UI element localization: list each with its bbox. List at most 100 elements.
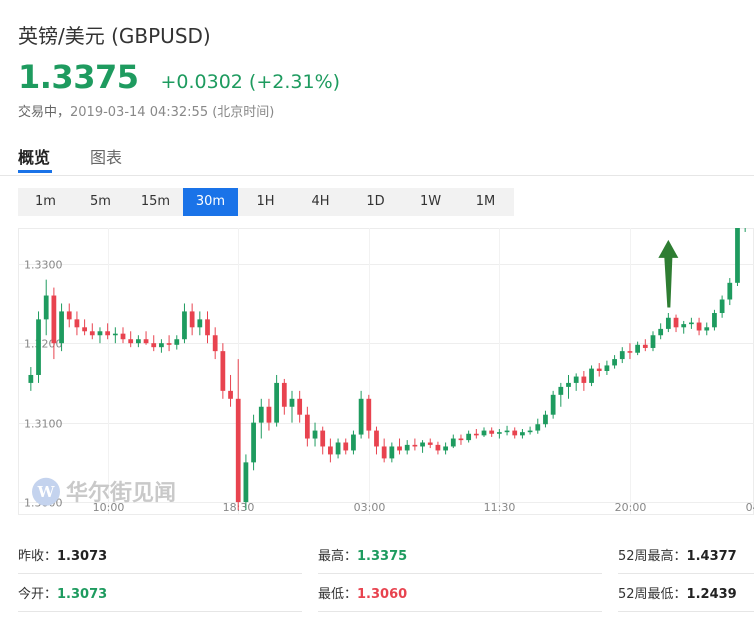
candle-body <box>604 365 610 371</box>
stat-prev-close-value: 1.3073 <box>57 549 108 564</box>
stat-label: 昨收： <box>18 549 58 564</box>
candle-body <box>619 351 625 360</box>
stat-label: 52周最高： <box>618 549 687 564</box>
candle-body <box>235 398 241 503</box>
candle-body <box>397 446 402 451</box>
candle-body <box>251 422 256 463</box>
candle-body <box>166 343 172 345</box>
candle-body <box>573 376 579 383</box>
candle-body <box>197 319 203 328</box>
period-5m[interactable]: 5m <box>73 188 128 216</box>
stat-low: 最低：1.3060 <box>318 578 602 612</box>
period-1h[interactable]: 1H <box>238 188 293 216</box>
candle-body <box>212 335 218 352</box>
stats-row-1: 昨收：1.3073 最高：1.3375 52周最高：1.4377 <box>18 540 754 578</box>
candle-body <box>343 442 349 451</box>
candle-body <box>312 430 318 439</box>
candle-body <box>43 295 49 320</box>
candle-body <box>727 282 733 300</box>
candle-body <box>543 414 548 425</box>
period-1d[interactable]: 1D <box>348 188 403 216</box>
stat-52w-low-value: 1.2439 <box>686 587 737 602</box>
candle-body <box>466 433 472 441</box>
period-selector: 1m 5m 15m 30m 1H 4H 1D 1W 1M <box>18 188 514 216</box>
period-1w[interactable]: 1W <box>403 188 458 216</box>
candle-body <box>404 444 410 451</box>
candle-body <box>335 442 341 455</box>
candle-body <box>205 319 210 336</box>
x-tick-label: 11:30 <box>484 501 516 514</box>
candle-body <box>589 368 594 383</box>
y-tick-label: 1.3100 <box>24 418 63 431</box>
candle-body <box>496 432 502 434</box>
candlestick-chart[interactable]: 1.33001.32001.31001.300010:0018:3003:001… <box>18 228 754 528</box>
chart-svg[interactable]: 1.33001.32001.31001.300010:0018:3003:001… <box>18 228 754 528</box>
price-row: 1.3375 +0.0302 (+2.31%) <box>18 58 340 96</box>
candle-body <box>97 331 103 336</box>
tab-chart[interactable]: 图表 <box>90 144 122 168</box>
stat-52w-high-value: 1.4377 <box>686 549 737 564</box>
candle-body <box>328 446 333 455</box>
period-30m[interactable]: 30m <box>183 188 238 216</box>
stat-high-value: 1.3375 <box>357 549 408 564</box>
watermark-text: 华尔街见闻 <box>66 480 176 506</box>
stats-panel: 昨收：1.3073 最高：1.3375 52周最高：1.4377 今开：1.30… <box>18 540 754 616</box>
stat-label: 最低： <box>318 587 358 602</box>
stat-prev-close: 昨收：1.3073 <box>18 540 302 574</box>
trading-status: 交易中，2019-03-14 04:32:55 (北京时间) <box>18 101 274 120</box>
candle-body <box>105 331 111 336</box>
candle-body <box>527 430 533 433</box>
candle-body <box>504 430 510 433</box>
candle-body <box>650 335 656 348</box>
candle-body <box>389 446 395 459</box>
candle-body <box>274 382 280 423</box>
active-tab-indicator <box>18 170 52 173</box>
candle-body <box>220 351 226 391</box>
candle-body <box>735 228 740 283</box>
candle-body <box>450 438 456 447</box>
instrument-title: 英镑/美元 (GBPUSD) <box>18 24 211 48</box>
stat-52w-high: 52周最高：1.4377 <box>618 540 754 574</box>
stat-52w-low: 52周最低：1.2439 <box>618 578 754 612</box>
candle-body <box>443 446 448 451</box>
candle-body <box>719 299 725 314</box>
y-tick-label: 1.3200 <box>24 338 63 351</box>
candle-body <box>612 359 617 366</box>
stats-row-2: 今开：1.3073 最低：1.3060 52周最低：1.2439 <box>18 578 754 616</box>
candle-body <box>358 398 364 435</box>
candle-body <box>289 398 295 407</box>
candle-body <box>635 344 641 353</box>
candle-body <box>712 313 717 328</box>
candle-body <box>243 462 249 503</box>
candle-body <box>112 333 118 336</box>
stat-low-value: 1.3060 <box>357 587 408 602</box>
candle-body <box>182 311 187 340</box>
candle-body <box>82 327 87 332</box>
candle-body <box>374 430 379 447</box>
period-4h[interactable]: 4H <box>293 188 348 216</box>
candle-body <box>174 339 180 345</box>
candle-body <box>689 322 694 325</box>
stat-high: 最高：1.3375 <box>318 540 602 574</box>
period-1mo[interactable]: 1M <box>458 188 513 216</box>
status-text: 交易中， <box>18 105 71 120</box>
candle-body <box>151 343 157 348</box>
candle-body <box>596 368 602 371</box>
candle-body <box>512 430 518 436</box>
period-15m[interactable]: 15m <box>128 188 183 216</box>
candle-body <box>189 311 195 328</box>
last-price: 1.3375 <box>18 58 139 96</box>
watermark-logo-letter: W <box>37 483 56 501</box>
candle-body <box>135 339 141 344</box>
candle-body <box>473 433 479 436</box>
period-1m[interactable]: 1m <box>18 188 73 216</box>
stat-open: 今开：1.3073 <box>18 578 302 612</box>
candle-body <box>228 390 233 399</box>
candle-body <box>89 331 95 336</box>
candle-body <box>159 343 164 348</box>
candle-body <box>74 319 80 328</box>
candle-body <box>366 398 372 431</box>
candle-body <box>266 406 272 423</box>
candle-body <box>435 444 441 451</box>
tab-overview[interactable]: 概览 <box>18 144 50 168</box>
